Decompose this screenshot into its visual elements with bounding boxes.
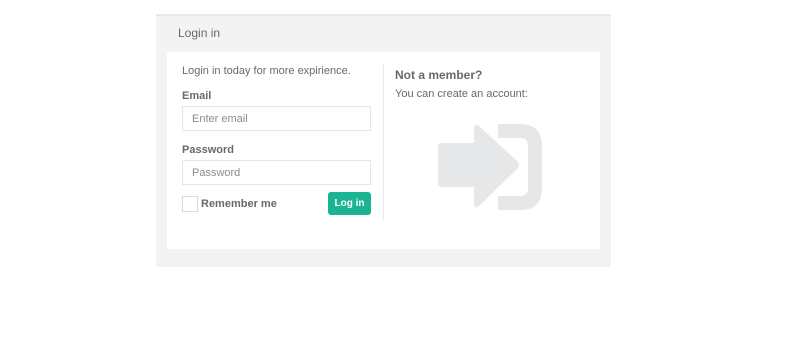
password-label: Password bbox=[182, 144, 234, 156]
login-form: Login in today for more expirience. Emai… bbox=[182, 52, 371, 220]
login-intro-text: Login in today for more expirience. bbox=[182, 65, 351, 77]
email-label: Email bbox=[182, 90, 212, 102]
password-field[interactable] bbox=[182, 160, 371, 185]
remember-me-label[interactable]: Remember me bbox=[201, 198, 277, 210]
column-divider bbox=[383, 63, 384, 220]
panel-body: Login in today for more expirience. Emai… bbox=[167, 52, 600, 249]
signup-section: Not a member? You can create an account: bbox=[395, 52, 590, 232]
remember-me-checkbox[interactable] bbox=[182, 196, 198, 212]
panel-title: Login in bbox=[178, 26, 221, 40]
email-field[interactable] bbox=[182, 106, 371, 131]
login-button[interactable]: Log in bbox=[328, 192, 371, 215]
login-panel: Login in Login in today for more expirie… bbox=[156, 14, 611, 267]
sign-in-icon bbox=[438, 124, 542, 210]
signup-title: Not a member? bbox=[395, 68, 483, 82]
signup-text: You can create an account: bbox=[395, 88, 528, 100]
